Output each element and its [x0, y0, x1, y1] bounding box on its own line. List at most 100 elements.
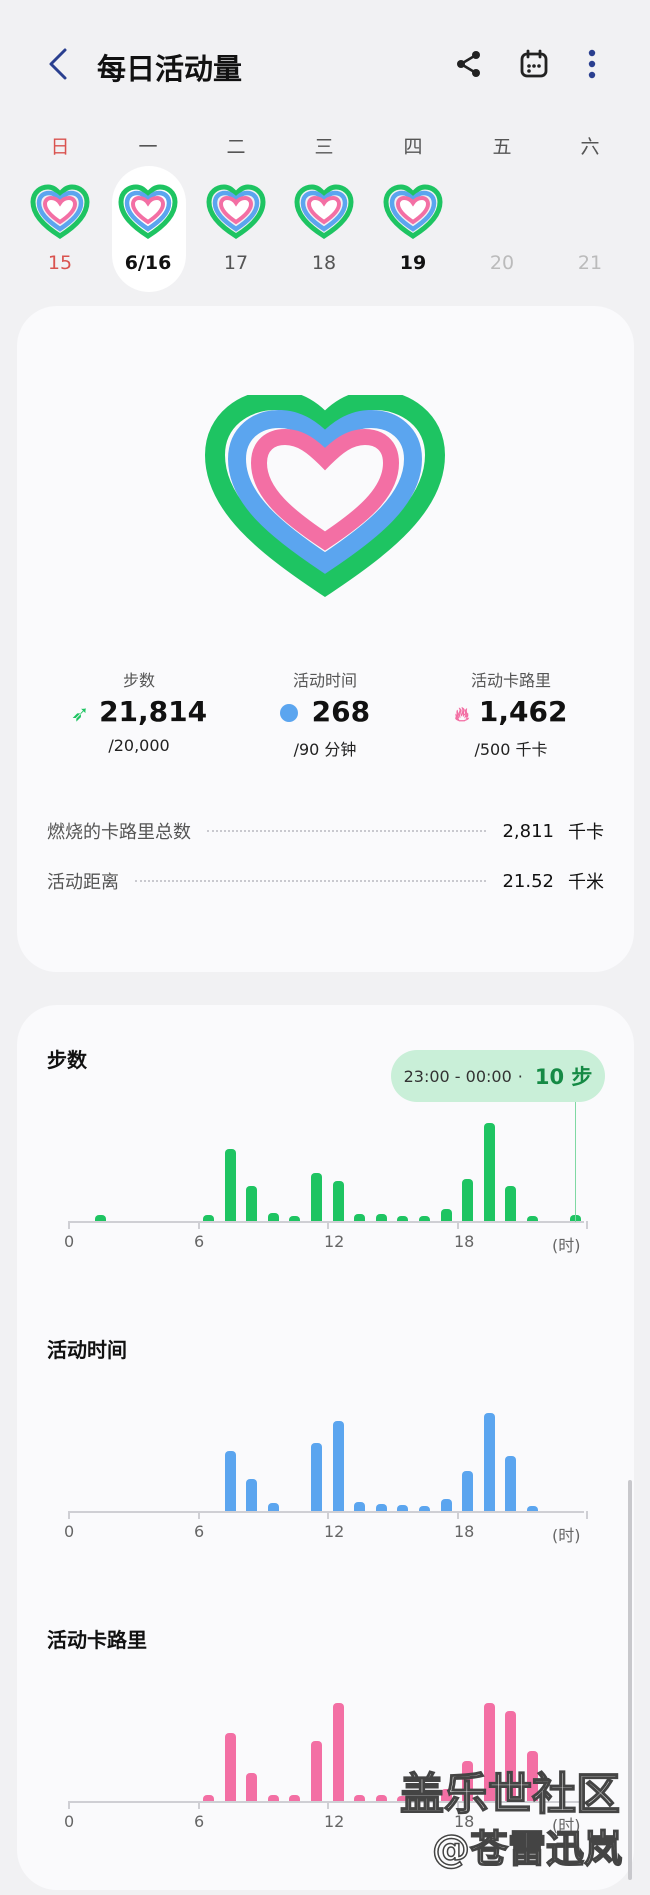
steps-goal: /20,000 [108, 736, 170, 755]
x-tick-label: 18 [454, 1522, 475, 1541]
chart-bar[interactable] [418, 1216, 430, 1221]
weekday-label: 三 [314, 136, 334, 158]
chart-bar[interactable] [224, 1733, 236, 1801]
chart-bar[interactable] [397, 1216, 409, 1221]
chart-bar[interactable] [224, 1149, 236, 1221]
chart-bar[interactable] [267, 1795, 279, 1801]
axis-tick [327, 1221, 330, 1229]
activity-rings-heart [205, 395, 445, 598]
chart-bar[interactable] [440, 1209, 452, 1221]
chart-bar[interactable] [354, 1502, 366, 1511]
watermark-line1: 盖乐世社区 [399, 1768, 621, 1821]
chart-bar[interactable] [332, 1703, 344, 1801]
chart-bar[interactable] [224, 1451, 236, 1511]
chart-bar[interactable] [289, 1216, 301, 1221]
day-heart-icon[interactable] [118, 184, 178, 240]
share-button[interactable] [447, 42, 491, 86]
calendar-icon [520, 49, 548, 78]
chart-bar[interactable] [246, 1186, 258, 1221]
axis-tick [197, 1221, 200, 1229]
steps-chart-title: 步数 [47, 1048, 87, 1072]
chart-bar[interactable] [440, 1499, 452, 1511]
chart-bar[interactable] [202, 1215, 214, 1221]
back-arrow-icon [49, 48, 67, 80]
chart-bar[interactable] [246, 1479, 258, 1511]
x-axis [68, 1221, 584, 1223]
chart-bar[interactable] [526, 1216, 538, 1221]
day-heart-icon[interactable] [383, 184, 443, 240]
chart-bar[interactable] [267, 1213, 279, 1221]
chart-bar[interactable] [375, 1795, 387, 1801]
axis-tick [197, 1801, 200, 1809]
chart-bar[interactable] [246, 1773, 258, 1801]
clock-icon [279, 704, 298, 722]
chart-bar[interactable] [354, 1795, 366, 1801]
distance-label: 活动距离 [47, 872, 119, 893]
calendar-button[interactable] [512, 42, 556, 86]
chart-bar[interactable] [202, 1795, 214, 1801]
x-tick-label: 0 [64, 1232, 75, 1251]
total-calories-value: 2,811 [502, 820, 554, 842]
active-time-value: 268 [235, 695, 415, 728]
day-number[interactable]: 15 [30, 252, 90, 274]
chart-bar[interactable] [462, 1179, 474, 1221]
day-number[interactable]: 6/16 [118, 252, 178, 274]
back-button[interactable] [36, 42, 80, 86]
x-tick-label: 0 [64, 1522, 75, 1541]
chart-bar[interactable] [397, 1505, 409, 1511]
x-axis [68, 1511, 584, 1513]
scrollbar[interactable] [628, 1480, 632, 1880]
chart-bar[interactable] [354, 1214, 366, 1221]
weekday-label: 二 [226, 136, 246, 158]
chart-bar[interactable] [310, 1173, 322, 1221]
x-tick-label: 6 [194, 1522, 205, 1541]
day-number[interactable]: 17 [206, 252, 266, 274]
chart-bar[interactable] [526, 1506, 538, 1511]
chart-bar[interactable] [483, 1123, 495, 1221]
chart-bar[interactable] [289, 1795, 301, 1801]
axis-tick [456, 1511, 459, 1519]
axis-tick [68, 1511, 70, 1519]
dotted-leader [135, 880, 487, 882]
chart-bar[interactable] [483, 1413, 495, 1511]
x-tick-label: 12 [324, 1522, 345, 1541]
x-tick-label: (时) [552, 1236, 581, 1255]
watermark-line2: @苍雷迅岚 [431, 1826, 623, 1872]
distance-unit: 千米 [568, 872, 604, 893]
steps-icon: ➶ [70, 702, 90, 727]
day-heart-icon[interactable] [294, 184, 354, 240]
tooltip-value: 10 步 [534, 1065, 593, 1089]
more-vertical-icon [588, 49, 596, 79]
chart-bar[interactable] [418, 1506, 430, 1511]
tooltip-time: 23:00 - 00:00 [403, 1066, 512, 1086]
chart-bar[interactable] [462, 1471, 474, 1511]
chart-bar[interactable] [505, 1186, 517, 1221]
steps-value: ➶ 21,814 [70, 695, 208, 728]
x-tick-label: 6 [194, 1232, 205, 1251]
day-number: 21 [577, 252, 603, 274]
day-number: 20 [489, 252, 515, 274]
tooltip-line [575, 1102, 576, 1222]
tooltip-separator: · [517, 1066, 523, 1086]
weekday-label: 四 [403, 136, 423, 158]
chart-bar[interactable] [267, 1503, 279, 1511]
day-heart-icon[interactable] [30, 184, 90, 240]
chart-bar[interactable] [310, 1741, 322, 1801]
chart-bar[interactable] [332, 1181, 344, 1221]
active-calories-value: 🔥︎ 1,462 [454, 695, 568, 728]
day-heart-icon[interactable] [206, 184, 266, 240]
total-calories-label: 燃烧的卡路里总数 [47, 822, 191, 843]
axis-tick [586, 1511, 589, 1519]
chart-bar[interactable] [505, 1456, 517, 1511]
chart-bar[interactable] [332, 1421, 344, 1511]
chart-bar[interactable] [375, 1214, 387, 1221]
chart-bar[interactable] [94, 1215, 106, 1221]
chart-bar[interactable] [375, 1504, 387, 1511]
total-calories-row: 燃烧的卡路里总数 2,811 千卡 [47, 816, 604, 846]
share-icon [457, 51, 480, 77]
more-button[interactable] [570, 42, 614, 86]
day-number[interactable]: 19 [383, 252, 443, 274]
day-number[interactable]: 18 [294, 252, 354, 274]
chart-bar[interactable] [310, 1443, 322, 1511]
x-tick-label: (时) [552, 1526, 581, 1545]
